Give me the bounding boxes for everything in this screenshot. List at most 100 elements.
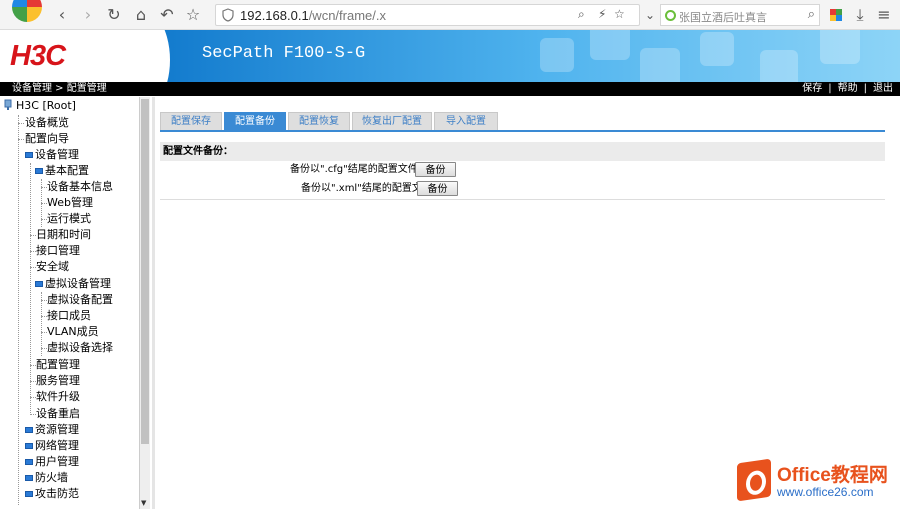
link-separator: | [863,83,867,94]
backup-xml-button[interactable]: 备份 [417,181,458,196]
office-logo-icon [737,458,771,502]
tab-factory-reset[interactable]: 恢复出厂配置 [352,112,432,130]
logout-link[interactable]: 退出 [870,83,896,94]
tree-root[interactable]: H3C [Root] [16,98,76,114]
main-content: 配置保存 配置备份 配置恢复 恢复出厂配置 导入配置 配置文件备份： 备份以".… [152,97,900,509]
tree-item-basic-info[interactable]: 设备基本信息 [47,179,113,195]
tree-line [30,163,31,415]
backup-xml-label: 备份以".xml"结尾的配置文件 [301,183,432,194]
backup-cfg-button[interactable]: 备份 [415,162,456,177]
navigation-tree: H3C [Root] 设备概览 配置向导 设备管理 基本配置 设备基本信息 We… [0,97,150,509]
backup-cfg-label: 备份以".cfg"结尾的配置文件 [290,164,418,175]
tree-item-interface-members[interactable]: 接口成员 [47,308,91,324]
folder-icon [25,152,33,158]
tree-item-service-management[interactable]: 服务管理 [36,373,80,389]
h3c-logo: H3C [10,40,66,72]
tree-line [18,115,19,505]
search-placeholder: 张国立酒后吐真言 [679,11,767,24]
folder-icon [25,427,33,433]
tab-underline [160,130,885,132]
browser-search-input[interactable]: 张国立酒后吐真言 ⌕ [660,4,820,26]
tree-item-attack-defense[interactable]: 攻击防范 [35,486,79,502]
bookmark-star-icon[interactable]: ☆ [614,7,625,21]
folder-icon [25,443,33,449]
header-decoration [590,30,630,60]
header-curve [90,30,170,82]
tab-config-save[interactable]: 配置保存 [160,112,222,130]
top-links: 保存 | 帮助 | 退出 [799,82,896,96]
tree-line [18,139,24,140]
header-decoration [760,50,798,82]
apps-grid-icon[interactable] [826,5,846,25]
tab-import-config[interactable]: 导入配置 [434,112,498,130]
section-divider [160,199,885,200]
back-icon[interactable]: ‹ [52,5,72,25]
tree-item-network-management[interactable]: 网络管理 [35,438,79,454]
status-bar: 设备管理 > 配置管理 保存 | 帮助 | 退出 [0,82,900,96]
reload-icon[interactable]: ↻ [104,5,124,25]
tree-item-security-zone[interactable]: 安全域 [36,259,69,275]
scrollbar-thumb[interactable] [141,99,149,444]
lightning-icon[interactable]: ⚡ [598,7,606,21]
tree-scrollbar[interactable]: ▼ [139,97,150,509]
folder-icon [35,168,43,174]
tree-item-device-reboot[interactable]: 设备重启 [36,406,80,422]
tree-item-resource-management[interactable]: 资源管理 [35,422,79,438]
folder-icon [25,459,33,465]
tree-item-config-management[interactable]: 配置管理 [36,357,80,373]
dropdown-chevron-icon[interactable]: ⌄ [640,5,660,25]
shield-icon [222,8,234,22]
tree-item-vlan-members[interactable]: VLAN成员 [47,324,99,340]
browser-logo-icon[interactable] [12,0,42,22]
menu-icon[interactable]: ≡ [874,5,894,25]
tree-item-datetime[interactable]: 日期和时间 [36,227,91,243]
tree-item-software-upgrade[interactable]: 软件升级 [36,389,80,405]
search-icon[interactable]: ⌕ [808,7,815,22]
tree-item-firewall[interactable]: 防火墙 [35,470,68,486]
favorite-star-icon[interactable]: ☆ [183,5,203,25]
tree-line [18,123,24,124]
header-decoration [820,30,860,64]
tree-item-wizard[interactable]: 配置向导 [25,131,69,147]
tree-item-interface-management[interactable]: 接口管理 [36,243,80,259]
download-icon[interactable]: ⤓ [850,5,870,25]
tab-config-restore[interactable]: 配置恢复 [288,112,350,130]
watermark-title: Office教程网 [777,465,888,486]
tree-item-virtual-device-config[interactable]: 虚拟设备配置 [47,292,113,308]
tree-item-virtual-device-select[interactable]: 虚拟设备选择 [47,340,113,356]
tree-line [41,292,42,356]
address-url[interactable]: 192.168.0.1/wcn/frame/.x [240,8,386,23]
folder-icon [35,281,43,287]
help-link[interactable]: 帮助 [835,83,861,94]
product-name: SecPath F100-S-G [202,44,366,63]
tree-item-run-mode[interactable]: 运行模式 [47,211,91,227]
save-link[interactable]: 保存 [799,83,825,94]
header-decoration [700,32,734,66]
undo-icon[interactable]: ↶ [157,5,177,25]
forward-icon[interactable]: › [78,5,98,25]
watermark: Office教程网 www.office26.com [735,458,900,506]
tree-item-device-management[interactable]: 设备管理 [35,147,79,163]
search-engine-icon [665,10,676,21]
watermark-url: www.office26.com [777,485,874,499]
folder-icon [25,491,33,497]
home-icon[interactable]: ⌂ [131,5,151,25]
zoom-icon[interactable]: ⌕ [578,7,585,22]
scroll-down-icon[interactable]: ▼ [141,499,146,507]
browser-toolbar: ‹ › ↻ ⌂ ↶ ☆ 192.168.0.1/wcn/frame/.x ⌕ ⚡… [0,0,900,30]
url-host: 192.168.0.1 [240,8,309,23]
tree-item-basic-config[interactable]: 基本配置 [45,163,89,179]
root-device-icon [4,99,12,110]
tree-item-user-management[interactable]: 用户管理 [35,454,79,470]
folder-icon [25,475,33,481]
tree-item-virtual-device[interactable]: 虚拟设备管理 [45,276,111,292]
header-decoration [640,48,680,82]
breadcrumb: 设备管理 > 配置管理 [12,83,107,94]
tree-item-overview[interactable]: 设备概览 [25,115,69,131]
app-header: H3C SecPath F100-S-G [0,30,900,82]
address-bar[interactable]: 192.168.0.1/wcn/frame/.x ⌕ ⚡ ☆ [215,4,640,26]
link-separator: | [828,83,832,94]
section-header: 配置文件备份： [160,142,885,161]
tree-item-web-management[interactable]: Web管理 [47,195,93,211]
tab-config-backup[interactable]: 配置备份 [224,112,286,130]
